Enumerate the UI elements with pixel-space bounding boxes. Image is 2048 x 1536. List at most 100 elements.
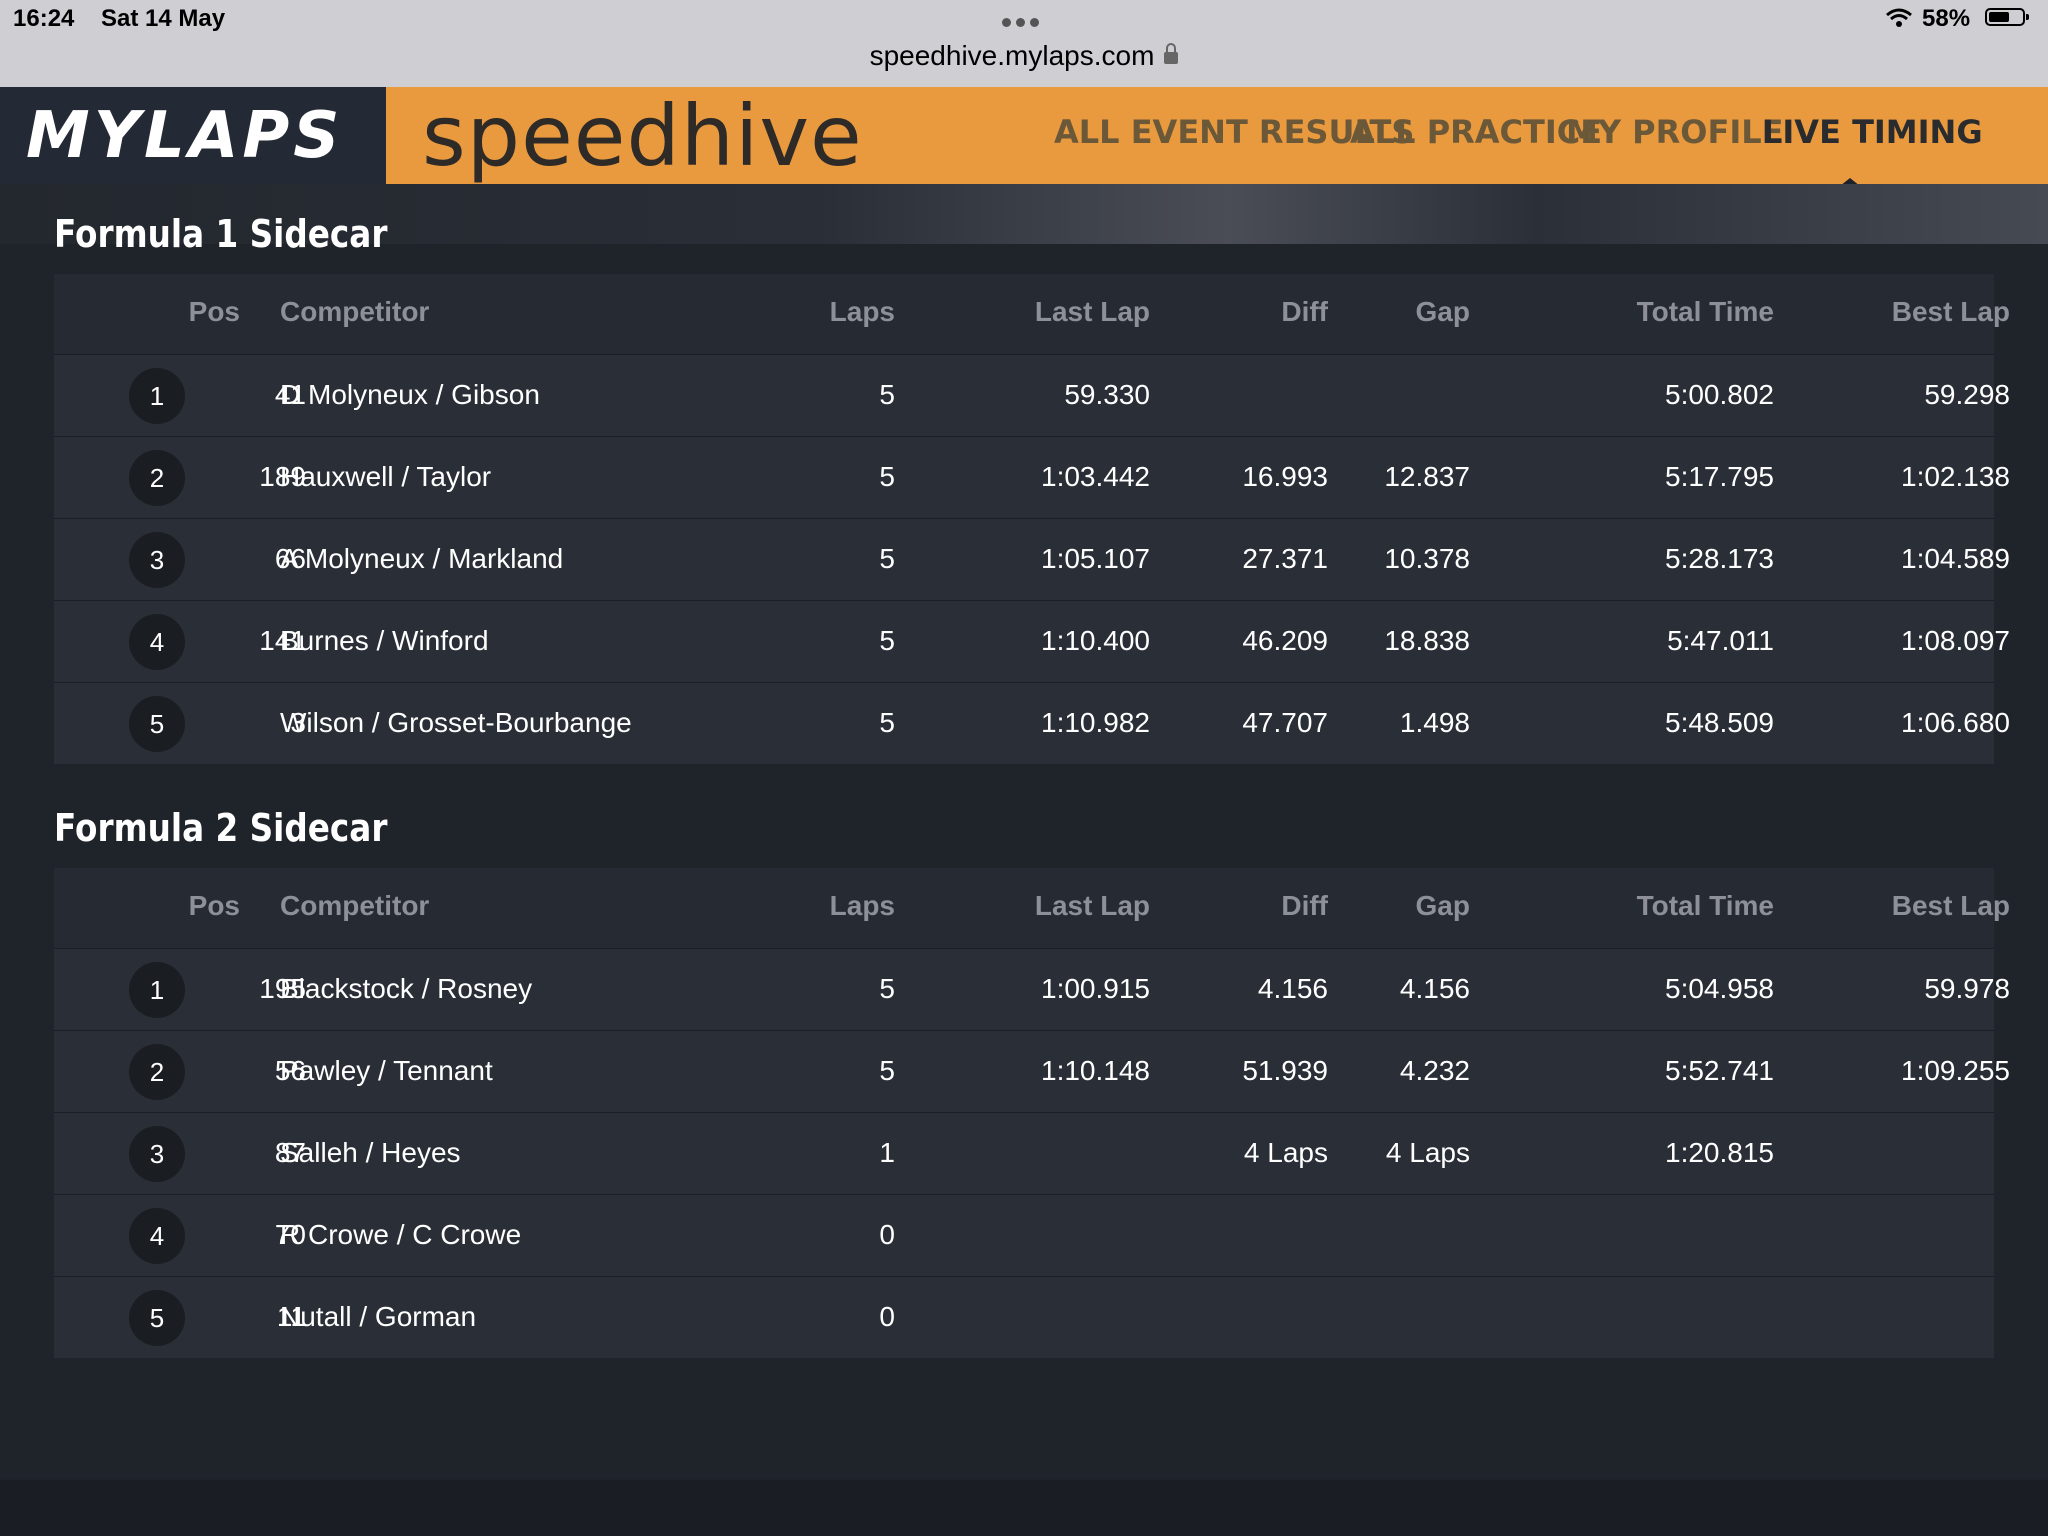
table-header: Pos Competitor Laps Last Lap Diff Gap To… [54, 868, 2010, 948]
results-table-f2: Pos Competitor Laps Last Lap Diff Gap To… [54, 868, 2010, 1358]
table-row[interactable]: 5 3 Wilson / Grosset-Bourbange 5 1:10.982 47.… [54, 682, 2010, 764]
table-header: Pos Competitor Laps Last Lap Diff Gap To… [54, 274, 2010, 354]
laps-value: 5 [879, 543, 895, 574]
gap-value: 10.378 [1384, 543, 1470, 574]
last-lap-value: 1:05.107 [1041, 543, 1150, 574]
gap-value: 1.498 [1399, 707, 1470, 738]
col-laps[interactable]: Laps [754, 890, 895, 922]
last-lap-value: 1:03.442 [1041, 461, 1150, 492]
position-badge: 5 [129, 1290, 185, 1346]
best-lap-value: 1:06.680 [1901, 707, 2010, 738]
footer [0, 1480, 2048, 1536]
gap-value: 18.838 [1384, 625, 1470, 656]
nav-my-profile[interactable]: MY PROFILE [1566, 113, 1783, 151]
position-badge: 5 [129, 696, 185, 752]
diff-value: 4.156 [1257, 973, 1328, 1004]
url-bar[interactable]: speedhive.mylaps.com [0, 40, 2048, 72]
laps-value: 5 [879, 973, 895, 1004]
laps-value: 5 [879, 625, 895, 656]
position-badge: 3 [129, 532, 185, 588]
col-last-lap[interactable]: Last Lap [954, 296, 1150, 328]
col-total-time[interactable]: Total Time [1504, 296, 1774, 328]
last-lap-value: 1:10.400 [1041, 625, 1150, 656]
table-row[interactable]: 1 195 Blackstock / Rosney 5 1:00.915 4.156 4.1… [54, 948, 2010, 1030]
col-gap[interactable]: Gap [1344, 296, 1470, 328]
gap-value: 4.232 [1399, 1055, 1470, 1086]
laps-value: 1 [879, 1137, 895, 1168]
col-gap[interactable]: Gap [1344, 890, 1470, 922]
last-lap-value: 1:10.148 [1041, 1055, 1150, 1086]
table-row[interactable]: 2 189 Hauxwell / Taylor 5 1:03.442 16.993 12.8… [54, 436, 2010, 518]
col-pos[interactable]: Pos [114, 890, 240, 922]
col-best-lap[interactable]: Best Lap [1804, 890, 2010, 922]
last-lap-value: 59.330 [1064, 379, 1150, 410]
position-badge: 2 [129, 450, 185, 506]
col-competitor[interactable]: Competitor [280, 296, 429, 328]
diff-value: 27.371 [1242, 543, 1328, 574]
position-badge: 2 [129, 1044, 185, 1100]
total-time-value: 5:48.509 [1665, 707, 1774, 738]
position-badge: 4 [129, 1208, 185, 1264]
site-header: MYLAPS speedhive ALL EVENT RESULTS ALL P… [0, 87, 2048, 186]
best-lap-value: 1:02.138 [1901, 461, 2010, 492]
status-date: Sat 14 May [101, 5, 226, 32]
laps-value: 5 [879, 707, 895, 738]
total-time-value: 1:20.815 [1665, 1137, 1774, 1168]
table-row[interactable]: 3 66 A Molyneux / Markland 5 1:05.107 27.371 1… [54, 518, 2010, 600]
best-lap-value: 59.978 [1924, 973, 2010, 1004]
table-row[interactable]: 1 41 D Molyneux / Gibson 5 59.330 5:00.802 59.… [54, 354, 2010, 436]
more-dots-icon[interactable] [1002, 14, 1046, 27]
position-badge: 3 [129, 1126, 185, 1182]
best-lap-value: 1:08.097 [1901, 625, 2010, 656]
col-best-lap[interactable]: Best Lap [1804, 296, 2010, 328]
diff-value: 51.939 [1242, 1055, 1328, 1086]
table-row[interactable]: 2 56 Pawley / Tennant 5 1:10.148 51.939 4.232 5… [54, 1030, 2010, 1112]
last-lap-value: 1:10.982 [1041, 707, 1150, 738]
nav-live-timing[interactable]: LIVE TIMING [1762, 113, 1983, 151]
col-diff[interactable]: Diff [1194, 296, 1328, 328]
total-time-value: 5:04.958 [1665, 973, 1774, 1004]
total-time-value: 5:00.802 [1665, 379, 1774, 410]
table-row[interactable]: 4 141 Burnes / Winford 5 1:10.400 46.209 18.83… [54, 600, 2010, 682]
logo-text: MYLAPS [26, 99, 344, 173]
battery-icon [1985, 8, 2029, 26]
col-last-lap[interactable]: Last Lap [954, 890, 1150, 922]
laps-value: 5 [879, 461, 895, 492]
best-lap-value: 59.298 [1924, 379, 2010, 410]
table-row[interactable]: 4 70 R Crowe / C Crowe 0 [54, 1194, 1994, 1276]
speedhive-brand[interactable]: speedhive [422, 87, 863, 185]
status-time: 16:24 [13, 5, 75, 32]
results-table-f1: Pos Competitor Laps Last Lap Diff Gap To… [54, 274, 2010, 764]
table-row[interactable]: 5 11 Nutall / Gorman 0 [54, 1276, 1994, 1358]
col-competitor[interactable]: Competitor [280, 890, 429, 922]
total-time-value: 5:52.741 [1665, 1055, 1774, 1086]
best-lap-value: 1:09.255 [1901, 1055, 2010, 1086]
laps-value: 0 [879, 1219, 895, 1250]
status-bar: 16:24 Sat 14 May speedhive.mylaps.com 58… [0, 0, 2048, 87]
position-badge: 1 [129, 368, 185, 424]
laps-value: 0 [879, 1301, 895, 1332]
position-badge: 1 [129, 962, 185, 1018]
col-diff[interactable]: Diff [1194, 890, 1328, 922]
table-row[interactable]: 3 87 Salleh / Heyes 1 4 Laps 4 Laps 1:20.815 [54, 1112, 1994, 1194]
section-title-f2: Formula 2 Sidecar [54, 806, 388, 850]
wifi-icon [1886, 8, 1912, 27]
diff-value: 47.707 [1242, 707, 1328, 738]
best-lap-value: 1:04.589 [1901, 543, 2010, 574]
laps-value: 5 [879, 1055, 895, 1086]
section-title-f1: Formula 1 Sidecar [54, 212, 388, 256]
diff-value: 16.993 [1242, 461, 1328, 492]
gap-value: 4 Laps [1385, 1137, 1470, 1168]
col-pos[interactable]: Pos [114, 296, 240, 328]
url-text: speedhive.mylaps.com [869, 40, 1155, 71]
col-laps[interactable]: Laps [754, 296, 895, 328]
lock-icon [1164, 43, 1179, 64]
mylaps-logo[interactable]: MYLAPS [0, 87, 386, 184]
gap-value: 4.156 [1399, 973, 1470, 1004]
last-lap-value: 1:00.915 [1041, 973, 1150, 1004]
total-time-value: 5:17.795 [1665, 461, 1774, 492]
col-total-time[interactable]: Total Time [1504, 890, 1774, 922]
battery-percent: 58% [1922, 5, 1971, 32]
position-badge: 4 [129, 614, 185, 670]
nav-all-practice[interactable]: ALL PRACTICE [1350, 113, 1602, 151]
